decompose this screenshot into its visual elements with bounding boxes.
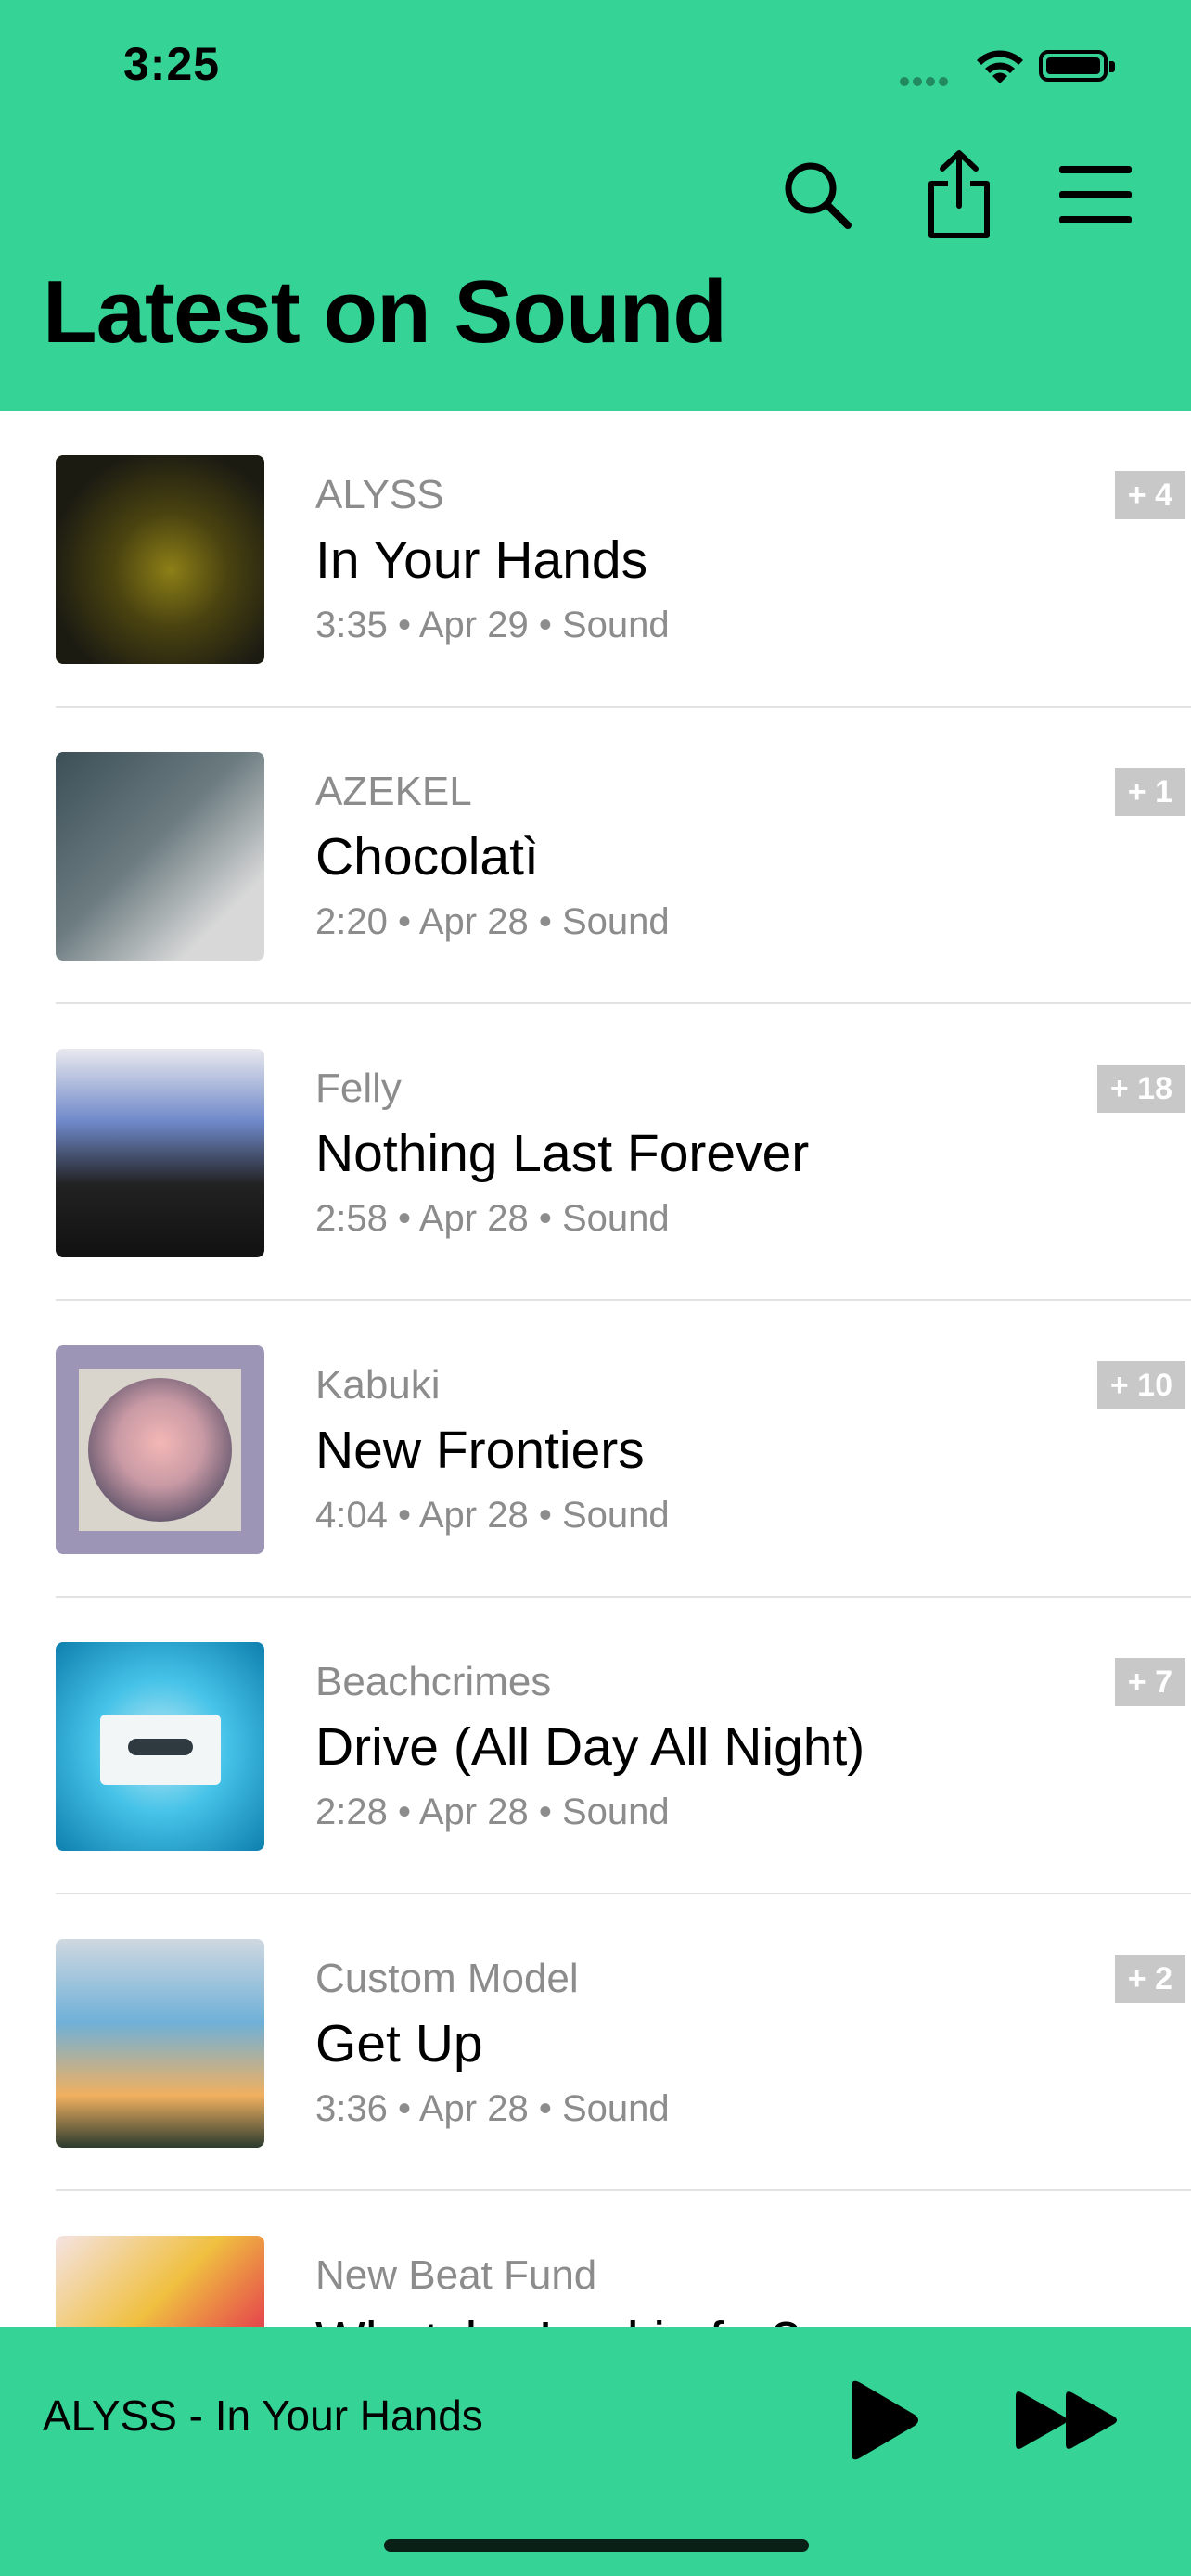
mini-player[interactable]: ALYSS - In Your Hands — [0, 2327, 1191, 2576]
battery-icon — [1039, 50, 1115, 82]
track-meta: 4:04 • Apr 28 • Sound — [315, 1495, 670, 1536]
share-button[interactable] — [917, 150, 1001, 238]
menu-button[interactable] — [1054, 153, 1137, 236]
track-artist: New Beat Fund — [315, 2252, 597, 2298]
search-button[interactable] — [775, 153, 859, 236]
track-row[interactable]: Felly Nothing Last Forever 2:58 • Apr 28… — [0, 1004, 1191, 1301]
album-art — [56, 1049, 264, 1257]
album-art — [56, 455, 264, 664]
album-art — [56, 752, 264, 961]
track-meta: 3:36 • Apr 28 • Sound — [315, 2088, 670, 2129]
repost-count-badge: + 2 — [1114, 1955, 1185, 2003]
fast-forward-button[interactable] — [1006, 2365, 1127, 2476]
search-icon — [785, 162, 852, 229]
album-art — [56, 1939, 264, 2148]
status-time: 3:25 — [123, 38, 221, 90]
menu-icon — [1059, 166, 1132, 223]
repost-count-badge: + 1 — [1114, 768, 1185, 816]
track-artist: Kabuki — [315, 1362, 441, 1408]
header: 3:25 Latest on Sound — [0, 0, 1191, 411]
repost-count-badge: + 7 — [1114, 1658, 1185, 1706]
track-list[interactable]: ALYSS In Your Hands 3:35 • Apr 29 • Soun… — [0, 411, 1191, 2488]
now-playing-label: ALYSS - In Your Hands — [43, 2391, 483, 2440]
track-row[interactable]: AZEKEL Chocolatì 2:20 • Apr 28 • Sound +… — [0, 708, 1191, 1004]
play-icon — [852, 2380, 918, 2460]
play-button[interactable] — [835, 2365, 928, 2476]
track-artist: Custom Model — [315, 1956, 579, 2001]
album-art — [56, 1642, 264, 1851]
track-meta: 2:58 • Apr 28 • Sound — [315, 1198, 670, 1239]
track-row[interactable]: Custom Model Get Up 3:36 • Apr 28 • Soun… — [0, 1894, 1191, 2191]
page-title: Latest on Sound — [43, 262, 727, 362]
track-title: New Frontiers — [315, 1421, 645, 1480]
track-meta: 3:35 • Apr 29 • Sound — [315, 605, 670, 645]
track-row[interactable]: Kabuki New Frontiers 4:04 • Apr 28 • Sou… — [0, 1301, 1191, 1598]
track-title: Nothing Last Forever — [315, 1124, 810, 1183]
repost-count-badge: + 4 — [1114, 471, 1185, 519]
cellular-signal-icon — [900, 74, 952, 91]
repost-count-badge: + 10 — [1096, 1361, 1185, 1409]
wifi-icon — [977, 50, 1023, 83]
track-row[interactable]: Beachcrimes Drive (All Day All Night) 2:… — [0, 1598, 1191, 1894]
track-artist: AZEKEL — [315, 769, 472, 814]
track-artist: ALYSS — [315, 472, 444, 517]
track-title: Drive (All Day All Night) — [315, 1717, 865, 1777]
repost-count-badge: + 18 — [1096, 1065, 1185, 1113]
share-icon — [928, 150, 990, 238]
track-row[interactable]: ALYSS In Your Hands 3:35 • Apr 29 • Soun… — [0, 411, 1191, 708]
album-art — [56, 1345, 264, 1554]
track-title: In Your Hands — [315, 530, 648, 590]
track-title: Get Up — [315, 2014, 483, 2073]
track-artist: Felly — [315, 1065, 402, 1111]
track-meta: 2:20 • Apr 28 • Sound — [315, 901, 670, 942]
home-indicator[interactable] — [384, 2539, 809, 2552]
track-meta: 2:28 • Apr 28 • Sound — [315, 1792, 670, 1832]
track-artist: Beachcrimes — [315, 1659, 552, 1704]
track-title: Chocolatì — [315, 827, 539, 886]
fast-forward-icon — [1016, 2391, 1117, 2449]
